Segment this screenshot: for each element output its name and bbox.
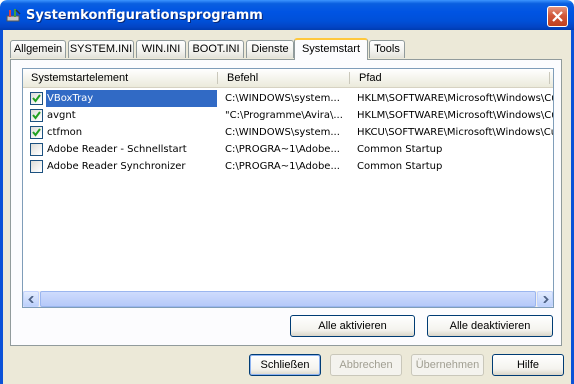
row-path: Common Startup <box>357 144 443 155</box>
row-checkbox[interactable] <box>30 160 43 173</box>
checkmark-icon <box>32 111 41 120</box>
scrollbar-thumb[interactable] <box>40 291 536 307</box>
row-path: HKLM\SOFTWARE\Microsoft\Windows\Cu <box>357 110 553 121</box>
scroll-right-button[interactable] <box>537 291 553 307</box>
column-separator[interactable] <box>349 72 350 84</box>
tab-systemstart[interactable]: Systemstart <box>294 38 368 60</box>
row-path: Common Startup <box>357 161 443 172</box>
list-row-avgnt[interactable]: avgnt "C:\Programme\Avira\... HKLM\SOFTW… <box>23 107 553 124</box>
apply-button[interactable]: Übernehmen <box>411 354 484 376</box>
row-name: VBoxTray <box>46 90 217 107</box>
tab-win-ini[interactable]: WIN.INI <box>136 40 186 58</box>
enable-all-button[interactable]: Alle aktivieren <box>290 315 415 337</box>
tab-allgemein[interactable]: Allgemein <box>10 40 66 58</box>
window-title: Systemkonfigurationsprogramm <box>26 8 263 23</box>
row-checkbox[interactable] <box>30 109 43 122</box>
tab-boot-ini[interactable]: BOOT.INI <box>188 40 244 58</box>
system-config-app-icon <box>6 7 22 23</box>
checkmark-icon <box>32 128 41 137</box>
system-config-window: Systemkonfigurationsprogramm Allgemein S… <box>0 0 574 384</box>
column-separator[interactable] <box>549 72 550 84</box>
cancel-button[interactable]: Abbrechen <box>330 354 402 376</box>
list-row-adobe-reader-synchronizer[interactable]: Adobe Reader Synchronizer C:\PROGRA~1\Ad… <box>23 158 553 175</box>
row-checkbox[interactable] <box>30 143 43 156</box>
row-path: HKLM\SOFTWARE\Microsoft\Windows\Cu <box>357 93 553 104</box>
chevron-left-icon <box>28 296 34 303</box>
list-header: Systemstartelement Befehl Pfad <box>23 69 553 88</box>
row-path: HKCU\SOFTWARE\Microsoft\Windows\Cu <box>357 127 553 138</box>
close-button[interactable]: Schließen <box>249 354 321 376</box>
column-header-command[interactable]: Befehl <box>219 69 349 87</box>
row-name: Adobe Reader Synchronizer <box>47 161 186 172</box>
startup-items-list[interactable]: Systemstartelement Befehl Pfad VBoxTray … <box>22 68 554 308</box>
tab-system-ini[interactable]: SYSTEM.INI <box>68 40 134 58</box>
horizontal-scrollbar[interactable] <box>23 291 553 307</box>
close-icon <box>552 11 563 22</box>
row-name: ctfmon <box>47 127 83 138</box>
help-button[interactable]: Hilfe <box>492 354 564 376</box>
row-command: C:\PROGRA~1\Adobe... <box>225 161 340 172</box>
row-name: avgnt <box>47 110 76 121</box>
row-name: Adobe Reader - Schnellstart <box>47 144 187 155</box>
row-command: C:\PROGRA~1\Adobe... <box>225 144 340 155</box>
column-header-path[interactable]: Pfad <box>351 69 551 87</box>
row-command: "C:\Programme\Avira\... <box>225 110 343 121</box>
column-header-startup-item[interactable]: Systemstartelement <box>23 69 217 87</box>
row-checkbox[interactable] <box>30 126 43 139</box>
window-frame-left <box>0 30 3 384</box>
row-command: C:\WINDOWS\system... <box>225 127 340 138</box>
disable-all-button[interactable]: Alle deaktivieren <box>427 315 553 337</box>
chevron-right-icon <box>543 296 549 303</box>
list-row-ctfmon[interactable]: ctfmon C:\WINDOWS\system... HKCU\SOFTWAR… <box>23 124 553 141</box>
list-row-vboxtray[interactable]: VBoxTray C:\WINDOWS\system... HKLM\SOFTW… <box>23 90 553 107</box>
scroll-left-button[interactable] <box>23 291 39 307</box>
row-checkbox[interactable] <box>30 92 43 105</box>
tab-dienste[interactable]: Dienste <box>246 40 294 58</box>
checkmark-icon <box>32 94 41 103</box>
tab-tools[interactable]: Tools <box>369 40 405 58</box>
row-command: C:\WINDOWS\system... <box>225 93 340 104</box>
column-separator[interactable] <box>217 72 218 84</box>
title-bar[interactable]: Systemkonfigurationsprogramm <box>0 0 574 30</box>
close-window-button[interactable] <box>547 6 568 27</box>
list-row-adobe-reader-schnellstart[interactable]: Adobe Reader - Schnellstart C:\PROGRA~1\… <box>23 141 553 158</box>
